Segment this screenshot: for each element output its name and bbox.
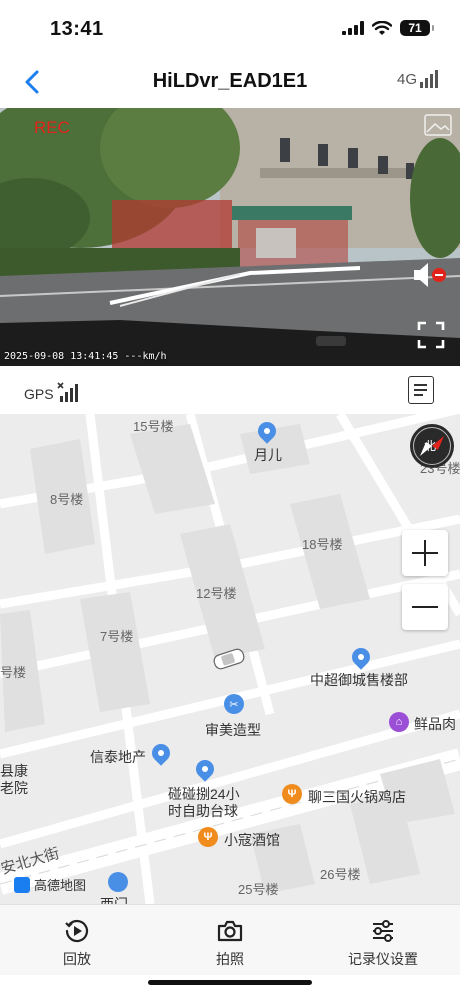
restaurant-icon[interactable]: Ψ xyxy=(198,827,218,847)
tab-replay[interactable]: 回放 xyxy=(17,917,137,969)
tab-snapshot[interactable]: 拍照 xyxy=(170,917,290,969)
camera-icon xyxy=(217,920,243,942)
restaurant-icon[interactable]: Ψ xyxy=(282,784,302,804)
page-title: HiLDvr_EAD1E1 xyxy=(152,70,308,92)
poi-label[interactable]: 鲜品肉 xyxy=(414,714,456,734)
map-view[interactable]: 15号楼 8号楼 18号楼 12号楼 7号楼 号楼 25号楼 26号楼 23号楼… xyxy=(0,414,460,904)
poi-label[interactable]: 中超御城售楼部 xyxy=(310,670,408,690)
poi-label[interactable]: 聊三国火锅鸡店 xyxy=(308,787,406,807)
camera-live-view[interactable]: REC 2025-09-08 13:41:45 ---km/h xyxy=(0,108,460,366)
status-bar: 13:41 71 xyxy=(0,0,460,56)
rec-indicator: REC xyxy=(34,118,70,137)
zoom-out-button[interactable] xyxy=(402,584,448,630)
wifi-icon xyxy=(372,20,392,35)
tab-label: 拍照 xyxy=(216,951,244,967)
device-signal-icon xyxy=(420,70,438,88)
log-button[interactable] xyxy=(408,376,434,404)
building-label: 12号楼 xyxy=(196,586,237,601)
gps-status: GPS xyxy=(24,382,79,402)
building-label: 8号楼 xyxy=(50,492,84,507)
network-status: 4G xyxy=(397,70,438,88)
building-label: 26号楼 xyxy=(320,867,361,882)
status-icons: 71 xyxy=(342,20,434,36)
tab-label: 回放 xyxy=(63,951,91,967)
poi-pin-icon[interactable] xyxy=(108,872,128,892)
compass-north-label: 北 xyxy=(424,439,437,453)
amap-logo-icon xyxy=(14,876,30,893)
map-logo-label: 高德地图 xyxy=(34,878,87,893)
replay-icon xyxy=(65,919,89,943)
building-label: 25号楼 xyxy=(238,882,279,897)
tab-recorder-settings[interactable]: 记录仪设置 xyxy=(323,917,443,969)
gps-row: GPS xyxy=(0,366,460,414)
poi-label[interactable]: 月儿 xyxy=(254,445,282,465)
shopping-basket-icon[interactable]: ⌂ xyxy=(389,712,409,732)
speaker-muted-icon xyxy=(414,263,446,287)
bottom-toolbar: 回放 拍照 记录仪设置 xyxy=(0,904,460,975)
fullscreen-button[interactable] xyxy=(416,320,446,350)
mute-button[interactable] xyxy=(412,260,448,290)
poi-label[interactable]: 审美造型 xyxy=(205,720,261,740)
nav-bar: HiLDvr_EAD1E1 4G xyxy=(0,56,460,108)
tab-label: 记录仪设置 xyxy=(348,951,418,967)
poi-label[interactable]: 信泰地产 xyxy=(90,747,146,767)
compass-button[interactable]: 北 xyxy=(410,424,454,468)
status-time: 13:41 xyxy=(50,18,104,40)
home-indicator[interactable] xyxy=(148,980,312,985)
fullscreen-icon xyxy=(417,321,445,349)
video-timestamp: 2025-09-08 13:41:45 ---km/h xyxy=(4,351,167,362)
picture-icon xyxy=(424,114,452,136)
poi-label: 老院 xyxy=(0,780,28,796)
settings-sliders-icon xyxy=(373,920,393,942)
network-type-label: 4G xyxy=(396,71,417,88)
camera-scene xyxy=(0,108,460,366)
building-label: 7号楼 xyxy=(100,629,134,644)
battery-indicator: 71 xyxy=(400,20,434,36)
gps-label: GPS xyxy=(24,386,54,402)
cellular-signal-icon xyxy=(342,21,364,35)
building-label: 号楼 xyxy=(0,665,27,680)
zoom-in-button[interactable] xyxy=(402,530,448,576)
gps-no-signal-icon xyxy=(57,382,78,402)
poi-label[interactable]: 时自助台球 xyxy=(168,801,238,821)
building-label: 15号楼 xyxy=(133,419,174,434)
map-logo: 高德地图 xyxy=(14,875,86,894)
poi-label[interactable]: 小寇酒馆 xyxy=(224,830,280,850)
building-label: 18号楼 xyxy=(302,537,343,552)
poi-label: 西门 xyxy=(100,896,128,904)
scissors-icon[interactable]: ✂ xyxy=(224,694,244,714)
